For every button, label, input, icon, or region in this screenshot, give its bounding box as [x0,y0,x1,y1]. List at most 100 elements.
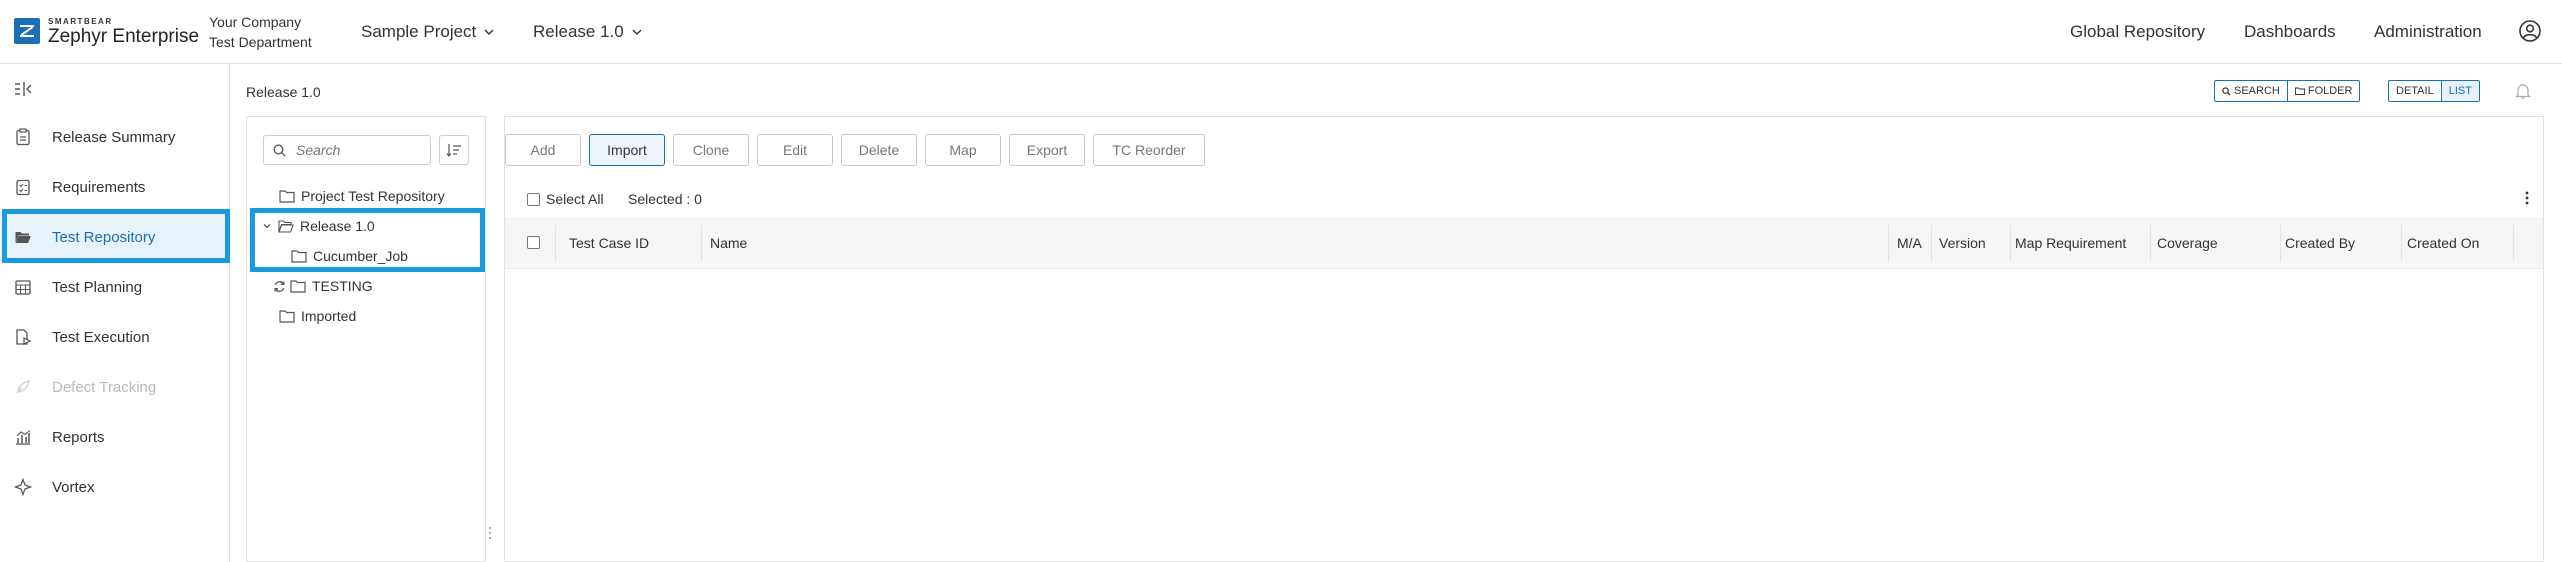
bell-icon[interactable] [2514,82,2532,100]
sidebar-item-requirements[interactable]: Requirements [0,162,230,212]
sidebar-item-release-summary[interactable]: Release Summary [0,112,230,162]
search-icon [273,144,286,156]
detail-toggle-label: DETAIL [2396,85,2434,97]
select-all-label: Select All [546,191,604,207]
zephyr-logo-icon [14,18,40,44]
nav-dashboards[interactable]: Dashboards [2244,22,2336,42]
project-dropdown-label: Sample Project [361,22,477,41]
panel-resize-handle-icon[interactable] [488,526,492,540]
column-divider [555,225,556,261]
map-button[interactable]: Map [925,134,1001,166]
select-all-checkbox[interactable] [527,192,540,206]
sidebar-item-test-planning[interactable]: Test Planning [0,262,230,312]
nav-global-repository[interactable]: Global Repository [2070,22,2205,42]
column-map-requirement[interactable]: Map Requirement [2015,235,2126,251]
chevron-down-icon[interactable] [262,221,272,231]
sidebar-item-test-execution[interactable]: Test Execution [0,312,230,362]
column-divider [2280,225,2281,261]
sidebar-item-label: Release Summary [52,128,176,146]
edit-button[interactable]: Edit [757,134,833,166]
top-bar: SMARTBEAR Zephyr Enterprise Your Company… [0,0,2562,64]
sidebar-item-label: Defect Tracking [52,378,157,396]
search-folder-toggle: SEARCH FOLDER [2214,80,2361,102]
sidebar-item-reports[interactable]: Reports [0,412,230,462]
release-dropdown[interactable]: Release 1.0 [533,22,642,42]
delete-button[interactable]: Delete [841,134,917,166]
add-button[interactable]: Add [505,134,581,166]
tree-node-label: Imported [301,308,357,324]
brand-name: Zephyr Enterprise [48,26,200,47]
tree-node-label: Release 1.0 [300,218,375,234]
chevron-down-icon [632,29,642,35]
company-info: Your Company Test Department [209,12,312,52]
tree-node-testing[interactable]: TESTING [273,275,373,297]
tree-node-project-repository[interactable]: Project Test Repository [279,185,445,207]
column-version[interactable]: Version [1939,235,1986,251]
column-test-case-id[interactable]: Test Case ID [569,235,649,251]
column-divider [2401,225,2402,261]
tree-node-release[interactable]: Release 1.0 [262,215,375,237]
department-name: Test Department [209,34,312,50]
sidebar-item-test-repository[interactable]: Test Repository [0,212,230,262]
tree-node-imported[interactable]: Imported [279,305,356,327]
sidebar-item-label: Requirements [52,178,146,196]
sort-icon [446,144,461,157]
checklist-icon [16,179,30,196]
column-divider [701,225,702,261]
company-name: Your Company [209,14,302,30]
tree-node-cucumber-job[interactable]: Cucumber_Job [291,245,408,267]
folder-icon [2294,87,2305,95]
clipboard-icon [16,128,30,146]
export-button[interactable]: Export [1009,134,1085,166]
sidebar-item-label: Vortex [52,478,95,496]
tree-search-input[interactable] [294,141,428,159]
sort-button[interactable] [439,135,469,165]
column-divider [2150,225,2151,261]
list-toggle[interactable]: LIST [2440,81,2479,101]
brand-small-text: SMARTBEAR [48,17,113,26]
collapse-sidebar-icon[interactable] [14,81,34,97]
more-options-icon[interactable] [2525,191,2529,205]
table-header: Test Case ID Name M/A Version Map Requir… [505,217,2543,269]
bug-icon [16,380,30,394]
nav-administration[interactable]: Administration [2374,22,2482,42]
column-created-by[interactable]: Created By [2285,235,2355,251]
column-ma[interactable]: M/A [1897,235,1922,251]
user-avatar-icon[interactable] [2518,19,2542,43]
column-created-on[interactable]: Created On [2407,235,2479,251]
column-coverage[interactable]: Coverage [2157,235,2218,251]
tree-node-label: Cucumber_Job [313,248,408,264]
folder-open-icon [15,232,31,243]
column-divider [1888,225,1889,261]
calendar-icon [15,280,31,295]
play-doc-icon [16,329,32,345]
column-name[interactable]: Name [710,235,747,251]
tc-reorder-button[interactable]: TC Reorder [1093,134,1205,166]
folder-icon [279,189,295,203]
sidebar-item-label: Test Execution [52,328,150,346]
folder-icon [291,249,307,263]
column-divider [2010,225,2011,261]
detail-toggle[interactable]: DETAIL [2389,81,2441,101]
folder-toggle[interactable]: FOLDER [2286,81,2360,101]
detail-list-toggle: DETAIL LIST [2388,80,2480,102]
search-toggle-label: SEARCH [2234,85,2280,97]
select-all[interactable]: Select All [527,191,604,207]
sidebar-item-vortex[interactable]: Vortex [0,462,230,512]
search-icon [2222,86,2231,96]
tree-node-label: TESTING [312,278,373,294]
brand-logo[interactable]: SMARTBEAR Zephyr Enterprise [14,16,200,48]
import-button[interactable]: Import [589,134,665,166]
header-checkbox[interactable] [527,236,540,249]
folder-toggle-label: FOLDER [2307,85,2353,97]
column-divider [2513,225,2514,261]
breadcrumb: Release 1.0 [246,84,321,100]
tree-node-label: Project Test Repository [301,188,445,204]
sidebar-item-label: Test Repository [52,228,156,246]
clone-button[interactable]: Clone [673,134,749,166]
folder-icon [279,309,295,323]
list-toggle-label: LIST [2448,85,2472,97]
search-toggle[interactable]: SEARCH [2215,81,2287,101]
project-dropdown[interactable]: Sample Project [361,22,494,42]
folder-icon [290,279,306,293]
